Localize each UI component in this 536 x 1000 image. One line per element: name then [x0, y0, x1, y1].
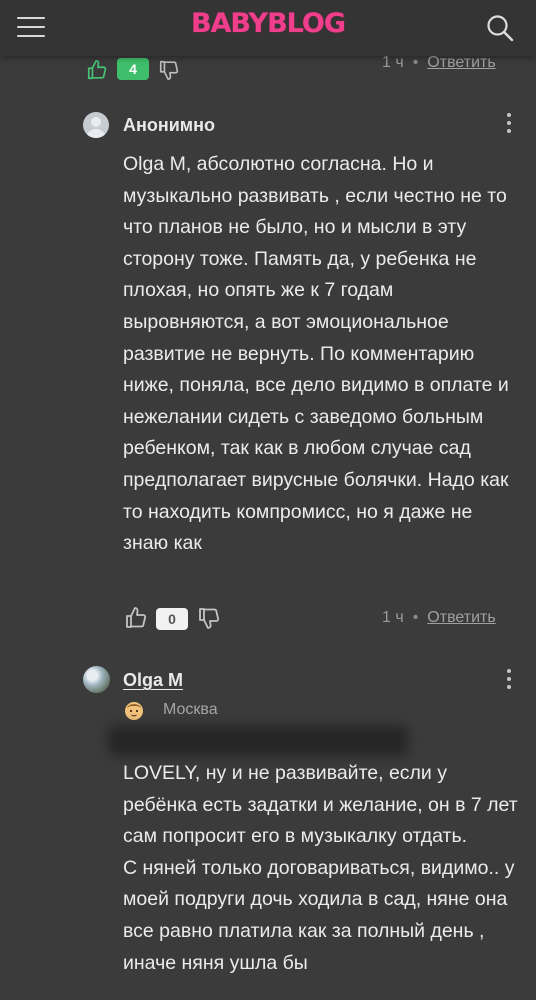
- comment-meta: 1 ч • Ответить: [382, 54, 496, 72]
- more-options-icon[interactable]: [506, 669, 512, 691]
- avatar[interactable]: [83, 666, 110, 693]
- dislike-button[interactable]: [197, 606, 221, 630]
- avatar[interactable]: [83, 112, 109, 138]
- blurred-status: [108, 726, 408, 756]
- comment-text: Olga M, абсолютно согласна. Но и музыкал…: [123, 153, 509, 555]
- author-location: Москва: [123, 699, 218, 721]
- comment-text: LOVELY, ну и не развивайте, если у ребён…: [123, 758, 518, 979]
- likes-counter: 4: [117, 58, 149, 80]
- likes-counter: 0: [156, 608, 188, 630]
- search-icon[interactable]: [486, 14, 514, 42]
- comment-meta: 1 ч • Ответить: [382, 609, 496, 627]
- separator-dot: •: [412, 54, 419, 71]
- thumbs-up-icon: [87, 60, 107, 80]
- reply-link[interactable]: Ответить: [427, 54, 495, 71]
- thumbs-up-icon: [126, 607, 147, 628]
- top-bar: BABYBLOG: [0, 0, 536, 56]
- like-button[interactable]: [86, 58, 108, 82]
- comment-time: 1 ч: [382, 609, 404, 626]
- user-placeholder-icon: [86, 117, 106, 138]
- baby-emoji-icon: [125, 702, 143, 720]
- comment-author[interactable]: Анонимно: [123, 115, 215, 136]
- comment-author[interactable]: Olga M: [123, 670, 183, 691]
- like-button[interactable]: [124, 606, 148, 630]
- thumbs-down-icon: [159, 60, 179, 80]
- comment-paragraph: LOVELY, ну и не развивайте, если у ребён…: [123, 762, 518, 848]
- comment-paragraph: С няней только договариваться, видимо.. …: [123, 856, 515, 974]
- dislike-button[interactable]: [158, 58, 180, 82]
- babyblog-logo[interactable]: BABYBLOG: [0, 8, 536, 39]
- more-options-icon[interactable]: [506, 113, 512, 135]
- location-text: Москва: [163, 701, 218, 718]
- separator-dot: •: [412, 609, 419, 626]
- reply-link[interactable]: Ответить: [427, 609, 495, 626]
- thumbs-down-icon: [199, 608, 220, 629]
- comment-time: 1 ч: [382, 54, 404, 71]
